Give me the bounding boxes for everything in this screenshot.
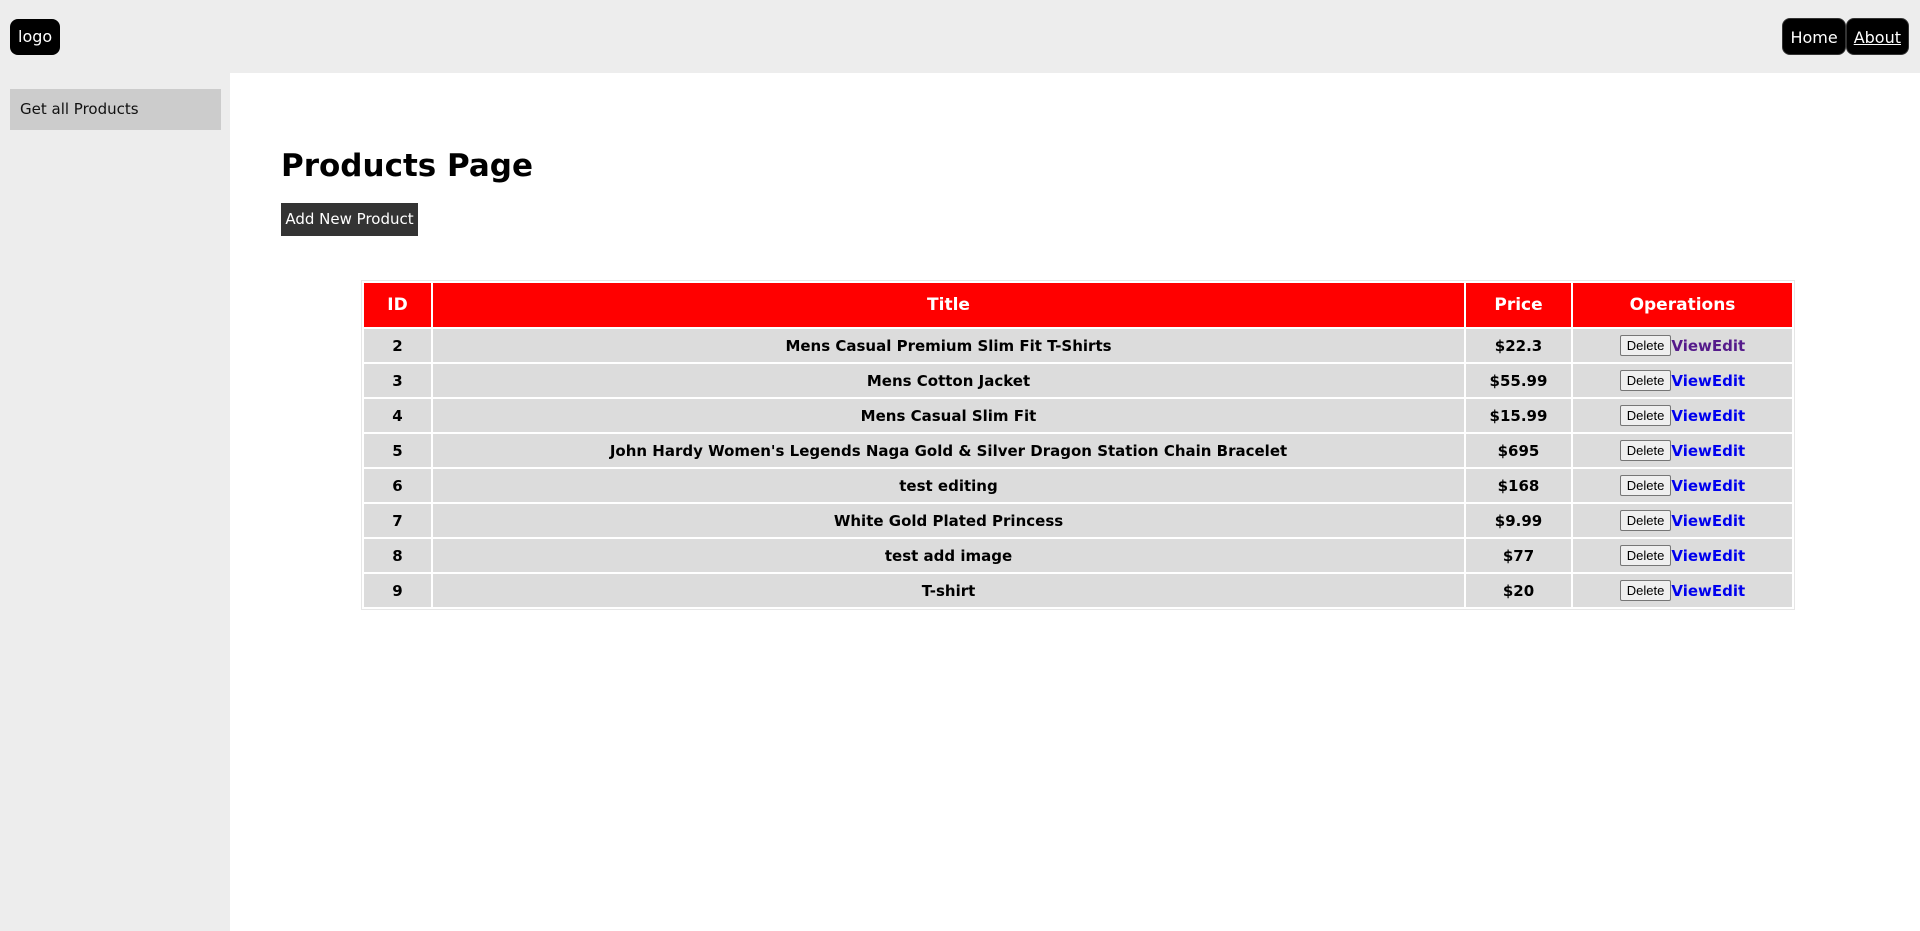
view-link[interactable]: View <box>1671 372 1712 390</box>
edit-link[interactable]: Edit <box>1712 337 1745 355</box>
cell-title: John Hardy Women's Legends Naga Gold & S… <box>433 434 1464 467</box>
table-row: 3 Mens Cotton Jacket $55.99 Delete View Edit <box>364 364 1792 397</box>
cell-title: Mens Cotton Jacket <box>433 364 1464 397</box>
view-link[interactable]: View <box>1671 337 1712 355</box>
column-header-id: ID <box>364 283 431 327</box>
cell-price: $9.99 <box>1466 504 1571 537</box>
nav-about-button[interactable]: About <box>1845 18 1909 55</box>
cell-id: 2 <box>364 329 431 362</box>
view-link[interactable]: View <box>1671 582 1712 600</box>
nav-bar: Home About <box>1782 18 1909 55</box>
operations-group: Delete View Edit <box>1619 405 1745 426</box>
main-content: Products Page Add New Product ID Title P… <box>230 73 1920 931</box>
operations-group: Delete View Edit <box>1619 580 1745 601</box>
view-link[interactable]: View <box>1671 477 1712 495</box>
table-header-row: ID Title Price Operations <box>364 283 1792 327</box>
delete-button[interactable]: Delete <box>1619 440 1672 461</box>
cell-price: $168 <box>1466 469 1571 502</box>
delete-button[interactable]: Delete <box>1619 405 1672 426</box>
cell-operations: Delete View Edit <box>1573 539 1792 572</box>
view-link[interactable]: View <box>1671 442 1712 460</box>
cell-price: $77 <box>1466 539 1571 572</box>
cell-operations: Delete View Edit <box>1573 364 1792 397</box>
delete-button[interactable]: Delete <box>1619 475 1672 496</box>
cell-title: Mens Casual Slim Fit <box>433 399 1464 432</box>
cell-id: 7 <box>364 504 431 537</box>
view-link[interactable]: View <box>1671 547 1712 565</box>
cell-operations: Delete View Edit <box>1573 434 1792 467</box>
view-link[interactable]: View <box>1671 407 1712 425</box>
products-table: ID Title Price Operations 2 Mens Casual P… <box>361 280 1795 610</box>
delete-button[interactable]: Delete <box>1619 545 1672 566</box>
cell-operations: Delete View Edit <box>1573 399 1792 432</box>
cell-price: $15.99 <box>1466 399 1571 432</box>
table-row: 4 Mens Casual Slim Fit $15.99 Delete View Edi… <box>364 399 1792 432</box>
cell-operations: Delete View Edit <box>1573 504 1792 537</box>
add-new-product-button[interactable]: Add New Product <box>281 203 418 236</box>
cell-price: $695 <box>1466 434 1571 467</box>
column-header-operations: Operations <box>1573 283 1792 327</box>
operations-group: Delete View Edit <box>1619 545 1745 566</box>
edit-link[interactable]: Edit <box>1712 547 1745 565</box>
operations-group: Delete View Edit <box>1619 440 1745 461</box>
delete-button[interactable]: Delete <box>1619 580 1672 601</box>
delete-button[interactable]: Delete <box>1619 510 1672 531</box>
table-row: 8 test add image $77 Delete View Edit <box>364 539 1792 572</box>
delete-button[interactable]: Delete <box>1619 370 1672 391</box>
cell-title: T-shirt <box>433 574 1464 607</box>
operations-group: Delete View Edit <box>1619 335 1745 356</box>
cell-title: Mens Casual Premium Slim Fit T-Shirts <box>433 329 1464 362</box>
page-title: Products Page <box>281 148 534 184</box>
table-row: 6 test editing $168 Delete View Edit <box>364 469 1792 502</box>
products-table-wrapper: ID Title Price Operations 2 Mens Casual P… <box>361 280 1795 610</box>
cell-price: $20 <box>1466 574 1571 607</box>
table-row: 9 T-shirt $20 Delete View Edit <box>364 574 1792 607</box>
cell-id: 9 <box>364 574 431 607</box>
sidebar-item-get-all-products[interactable]: Get all Products <box>10 89 221 130</box>
cell-price: $22.3 <box>1466 329 1571 362</box>
logo[interactable]: logo <box>10 19 61 55</box>
top-bar: logo Home About <box>0 0 1920 73</box>
edit-link[interactable]: Edit <box>1712 372 1745 390</box>
table-row: 5 John Hardy Women's Legends Naga Gold & … <box>364 434 1792 467</box>
column-header-price: Price <box>1466 283 1571 327</box>
view-link[interactable]: View <box>1671 512 1712 530</box>
cell-title: test add image <box>433 539 1464 572</box>
edit-link[interactable]: Edit <box>1712 582 1745 600</box>
sidebar: Get all Products <box>0 73 230 931</box>
cell-id: 6 <box>364 469 431 502</box>
operations-group: Delete View Edit <box>1619 510 1745 531</box>
operations-group: Delete View Edit <box>1619 475 1745 496</box>
cell-title: test editing <box>433 469 1464 502</box>
nav-home-button[interactable]: Home <box>1782 18 1846 55</box>
cell-title: White Gold Plated Princess <box>433 504 1464 537</box>
edit-link[interactable]: Edit <box>1712 512 1745 530</box>
edit-link[interactable]: Edit <box>1712 407 1745 425</box>
cell-id: 8 <box>364 539 431 572</box>
edit-link[interactable]: Edit <box>1712 477 1745 495</box>
cell-operations: Delete View Edit <box>1573 574 1792 607</box>
cell-operations: Delete View Edit <box>1573 469 1792 502</box>
column-header-title: Title <box>433 283 1464 327</box>
cell-id: 3 <box>364 364 431 397</box>
cell-operations: Delete View Edit <box>1573 329 1792 362</box>
table-row: 2 Mens Casual Premium Slim Fit T-Shirts $2… <box>364 329 1792 362</box>
operations-group: Delete View Edit <box>1619 370 1745 391</box>
cell-id: 4 <box>364 399 431 432</box>
table-row: 7 White Gold Plated Princess $9.99 Delete Vi… <box>364 504 1792 537</box>
delete-button[interactable]: Delete <box>1619 335 1672 356</box>
edit-link[interactable]: Edit <box>1712 442 1745 460</box>
nav-about-label: About <box>1853 28 1901 47</box>
cell-id: 5 <box>364 434 431 467</box>
cell-price: $55.99 <box>1466 364 1571 397</box>
